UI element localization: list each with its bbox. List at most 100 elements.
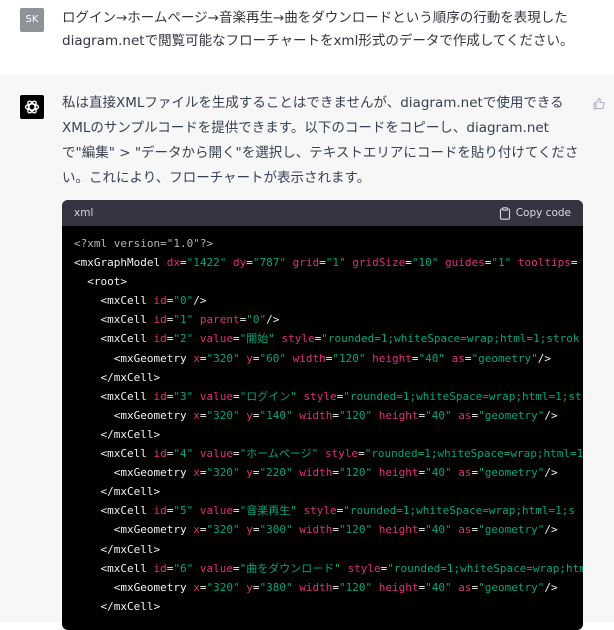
code-token: <mxCell (74, 561, 154, 575)
code-token: id (153, 389, 167, 403)
assistant-message-text: 私は直接XMLファイルを生成することはできませんが、diagram.netで使用… (62, 95, 579, 186)
code-token: "787" (252, 256, 286, 270)
assistant-avatar (20, 95, 44, 119)
code-token: x (193, 408, 200, 422)
code-line: <root> (74, 272, 583, 291)
code-line: <mxCell id="3" value="ログイン" style="round… (74, 387, 583, 406)
code-token: as (451, 351, 465, 365)
code-token: /> (544, 580, 558, 594)
code-token: parent (199, 313, 240, 327)
code-token: "320" (206, 408, 240, 422)
code-token: height (378, 580, 419, 594)
code-line: <mxGeometry x="320" y="300" width="120" … (74, 520, 583, 539)
code-token: "120" (338, 580, 373, 594)
code-token: "40" (425, 466, 452, 480)
user-avatar: SK (20, 8, 44, 32)
code-line: </mxCell> (74, 425, 583, 444)
code-token: "ログイン" (239, 389, 297, 403)
code-token: <root> (74, 275, 127, 289)
code-token: "40" (425, 523, 452, 537)
thumbs-up-icon[interactable] (592, 97, 606, 111)
code-token: "120" (338, 408, 373, 422)
code-token: "320" (206, 580, 240, 594)
code-token: "geometry" (471, 351, 538, 365)
code-token: "120" (332, 351, 366, 365)
copy-code-button[interactable]: Copy code (499, 204, 571, 222)
code-line: <mxCell id="1" parent="0"/> (74, 310, 583, 329)
code-token: id (153, 561, 167, 575)
code-token: style (303, 504, 337, 518)
code-token: y (246, 466, 253, 480)
code-token: = (232, 447, 240, 461)
code-token: "rounded=1;whiteSpace=wrap;html=1;strok (321, 332, 580, 346)
code-token: x (193, 523, 200, 537)
code-token: value (199, 447, 233, 461)
code-line: <?xml version="1.0"?> (74, 234, 583, 253)
code-token: id (153, 447, 167, 461)
code-token: value (199, 389, 233, 403)
code-token: </mxCell> (74, 542, 161, 556)
code-token: as (458, 466, 472, 480)
code-token: tooltips (517, 256, 571, 270)
code-token: "geometry" (478, 580, 545, 594)
code-token: x (193, 580, 200, 594)
code-token: = (332, 408, 339, 422)
code-line: </mxCell> (74, 482, 583, 501)
code-token: y (246, 351, 253, 365)
code-token: "1" (173, 313, 194, 327)
code-token: "geometry" (478, 466, 545, 480)
code-token: id (153, 294, 167, 308)
code-token: <mxGeometry (74, 523, 194, 537)
code-token: /> (193, 294, 207, 308)
code-token: "320" (206, 466, 240, 480)
code-token: width (299, 408, 333, 422)
code-line: <mxGeometry x="320" y="380" width="120" … (74, 578, 583, 597)
code-token: "rounded=1;whiteSpace=wrap;html=1;s (343, 504, 576, 518)
code-token: "1422" (186, 256, 227, 270)
code-header: xml Copy code (62, 200, 583, 226)
code-token: as (458, 523, 472, 537)
code-token: as (458, 408, 472, 422)
code-token: "60" (259, 351, 286, 365)
code-token: value (199, 561, 233, 575)
code-token: "40" (418, 351, 445, 365)
code-token: <mxGeometry (74, 580, 194, 594)
code-token: "0" (173, 294, 194, 308)
code-token: /> (544, 523, 558, 537)
code-token: <mxCell (74, 447, 154, 461)
code-line: <mxCell id="5" value="音楽再生" style="round… (74, 501, 583, 520)
code-token: width (299, 523, 333, 537)
code-token: "ホームページ" (239, 447, 319, 461)
code-token: "3" (173, 389, 194, 403)
clipboard-icon (499, 206, 510, 220)
code-token: id (153, 504, 167, 518)
code-token: </mxCell> (74, 370, 161, 384)
code-token: value (199, 332, 233, 346)
code-token: = (332, 580, 339, 594)
code-token: "geometry" (478, 408, 545, 422)
code-block: xml Copy code <?xml version="1.0"?> <mxGr… (62, 200, 583, 630)
code-content[interactable]: <?xml version="1.0"?> <mxGraphModel dx="1… (62, 226, 583, 616)
code-line: <mxCell id="6" value="曲をダウンロード" style="r… (74, 559, 583, 578)
code-token: <mxCell (74, 313, 154, 327)
code-token: = (232, 561, 240, 575)
code-token: = (332, 523, 339, 537)
code-token: "320" (206, 351, 240, 365)
code-line: <mxGeometry x="320" y="140" width="120" … (74, 406, 583, 425)
code-token: = (232, 332, 240, 346)
code-token: = (570, 256, 578, 270)
code-token: <mxGeometry (74, 466, 194, 480)
code-language-label: xml (74, 207, 94, 219)
code-token: "rounded=1;whiteSpace=wrap;html=1 (364, 447, 583, 461)
code-line: <mxGeometry x="320" y="60" width="120" h… (74, 349, 583, 368)
code-token: </mxCell> (74, 427, 161, 441)
code-token: y (246, 408, 253, 422)
